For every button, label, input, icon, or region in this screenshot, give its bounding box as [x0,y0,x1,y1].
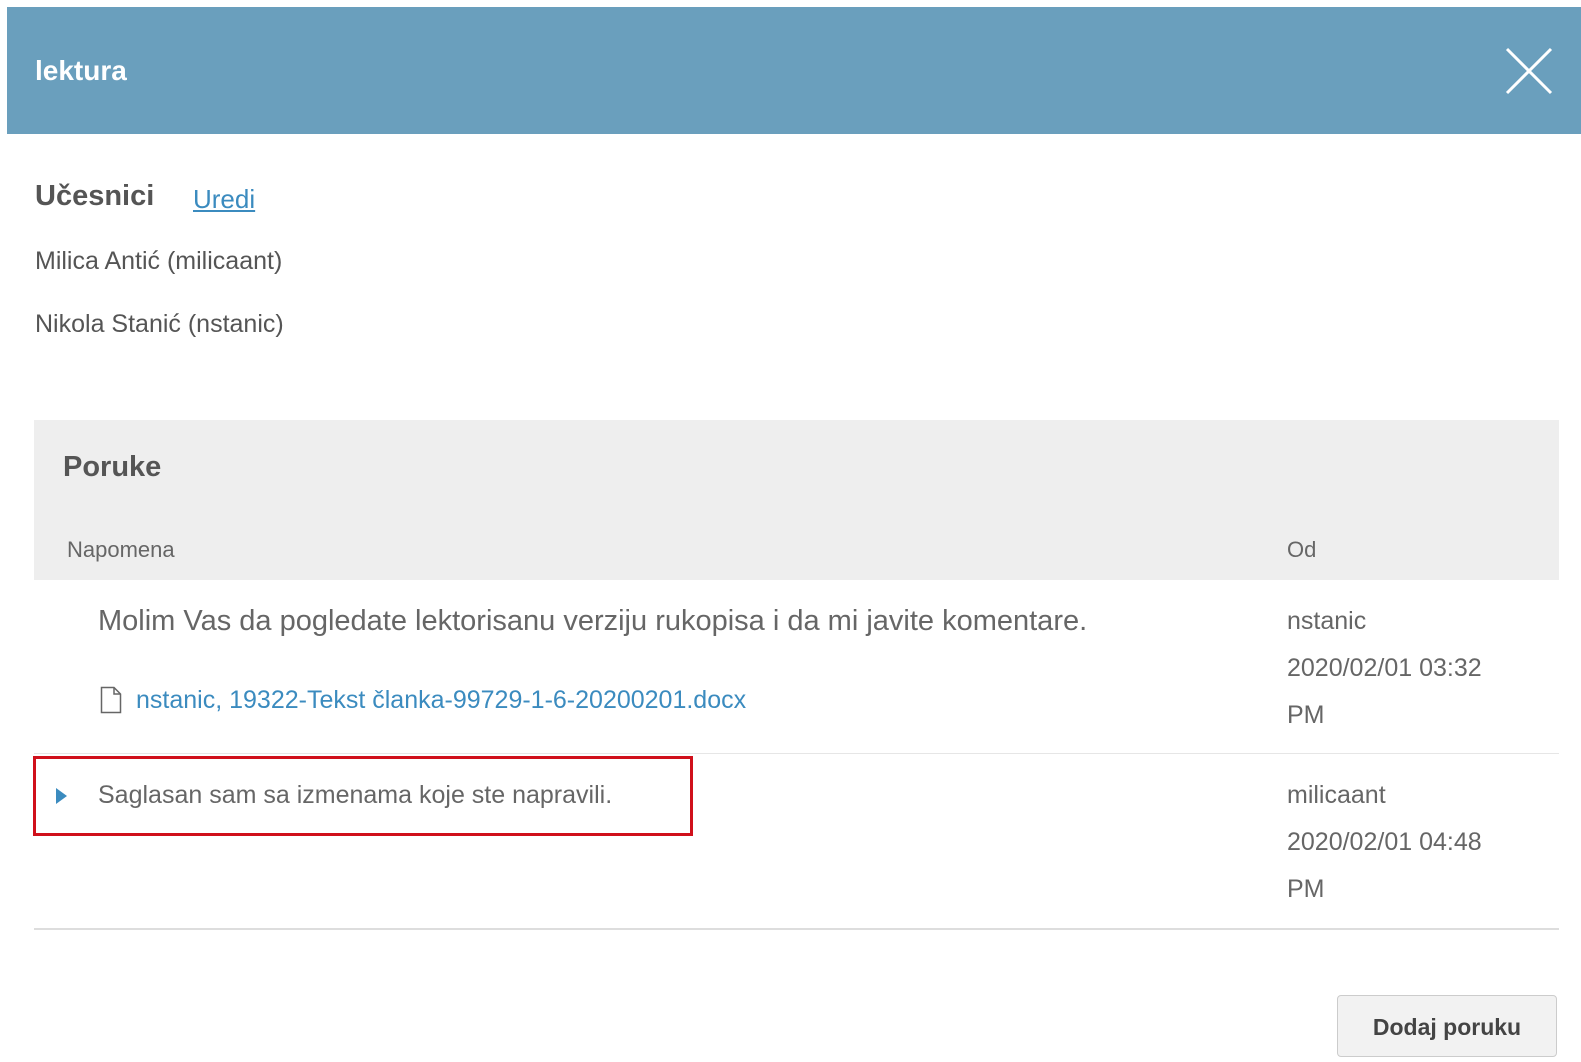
message-datetime: 2020/02/01 03:32 [1287,654,1482,682]
message-author: milicaant [1287,781,1386,809]
messages-panel: Poruke Napomena Od Molim Vas da pogledat… [34,420,1559,930]
participant-item: Nikola Stanić (nstanic) [35,310,284,338]
file-icon [100,686,122,714]
attachment-link[interactable]: nstanic, 19322-Tekst članka-99729-1-6-20… [100,683,746,717]
message-row: Molim Vas da pogledate lektorisanu verzi… [34,580,1559,754]
modal-header: lektura [7,7,1581,134]
message-ampm: PM [1287,701,1325,729]
messages-title: Poruke [63,451,162,483]
column-header-note: Napomena [67,537,175,562]
highlight-annotation [33,756,693,836]
column-header-from: Od [1287,537,1317,562]
participant-item: Milica Antić (milicaant) [35,247,283,275]
add-message-button[interactable]: Dodaj poruku [1337,995,1557,1057]
message-datetime: 2020/02/01 04:48 [1287,828,1482,856]
modal-title: lektura [35,55,127,86]
message-meta: nstanic 2020/02/01 03:32 PM [1287,598,1482,739]
message-ampm: PM [1287,875,1325,903]
message-author: nstanic [1287,607,1367,635]
participants-heading: Učesnici [35,180,155,212]
message-meta: milicaant 2020/02/01 04:48 PM [1287,772,1482,913]
messages-panel-header: Poruke Napomena Od [34,420,1559,580]
attachment-filename[interactable]: nstanic, 19322-Tekst članka-99729-1-6-20… [136,686,746,715]
close-icon[interactable] [1501,43,1557,99]
message-text: Molim Vas da pogledate lektorisanu verzi… [98,605,1088,637]
edit-participants-link[interactable]: Uredi [193,184,255,215]
